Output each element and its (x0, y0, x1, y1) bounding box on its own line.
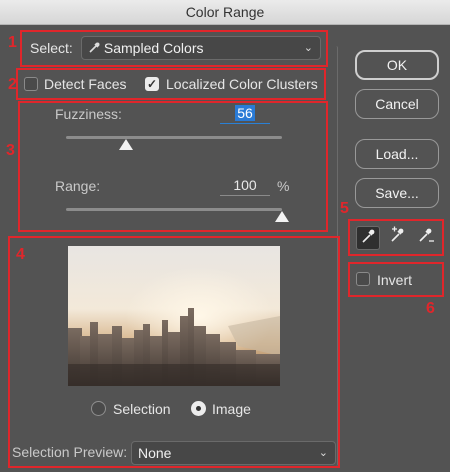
fuzziness-label: Fuzziness: (55, 106, 122, 122)
selection-preview-dropdown[interactable]: None ⌄ (131, 441, 336, 465)
range-input[interactable]: 100 (220, 177, 270, 196)
invert-label: Invert (377, 272, 413, 288)
localized-color-clusters-checkbox[interactable]: ✓ (145, 77, 159, 91)
cancel-button[interactable]: Cancel (355, 89, 439, 119)
window-title: Color Range (185, 4, 265, 20)
range-unit: % (277, 178, 290, 194)
image-radio[interactable] (191, 401, 206, 416)
annotation-5: 5 (340, 200, 349, 217)
chevron-down-icon: ⌄ (318, 447, 328, 459)
fuzziness-input[interactable]: 56 (220, 105, 270, 124)
selection-preview-value: None (138, 445, 172, 461)
eyedropper-minus-icon (419, 228, 434, 242)
selection-radio-label: Selection (113, 401, 171, 417)
invert-checkbox[interactable] (356, 272, 370, 286)
range-slider-track[interactable] (66, 208, 282, 211)
title-bar: Color Range (0, 0, 450, 25)
eyedropper-minus-button[interactable] (414, 226, 438, 250)
annotation-3: 3 (6, 142, 15, 159)
annotation-6: 6 (426, 300, 435, 317)
load-button[interactable]: Load... (355, 139, 439, 169)
range-value: 100 (233, 177, 257, 193)
ok-button[interactable]: OK (355, 50, 439, 80)
detect-faces-label: Detect Faces (44, 76, 127, 92)
localized-color-clusters-label: Localized Color Clusters (166, 76, 318, 92)
eyedropper-button[interactable] (356, 226, 380, 250)
fuzziness-slider-track[interactable] (66, 136, 282, 139)
eyedropper-plus-button[interactable] (386, 226, 410, 250)
eyedropper-plus-icon (391, 226, 404, 242)
fuzziness-value: 56 (235, 105, 255, 121)
detect-faces-checkbox[interactable] (24, 77, 38, 91)
range-slider-thumb[interactable] (275, 211, 289, 222)
fuzziness-slider-thumb[interactable] (119, 139, 134, 150)
eyedropper-icon (362, 229, 375, 243)
selection-radio[interactable] (91, 401, 106, 416)
save-button[interactable]: Save... (355, 178, 439, 208)
preview-image (68, 246, 280, 386)
selection-preview-label: Selection Preview: (12, 444, 128, 460)
image-radio-label: Image (212, 401, 251, 417)
range-label: Range: (55, 178, 101, 194)
